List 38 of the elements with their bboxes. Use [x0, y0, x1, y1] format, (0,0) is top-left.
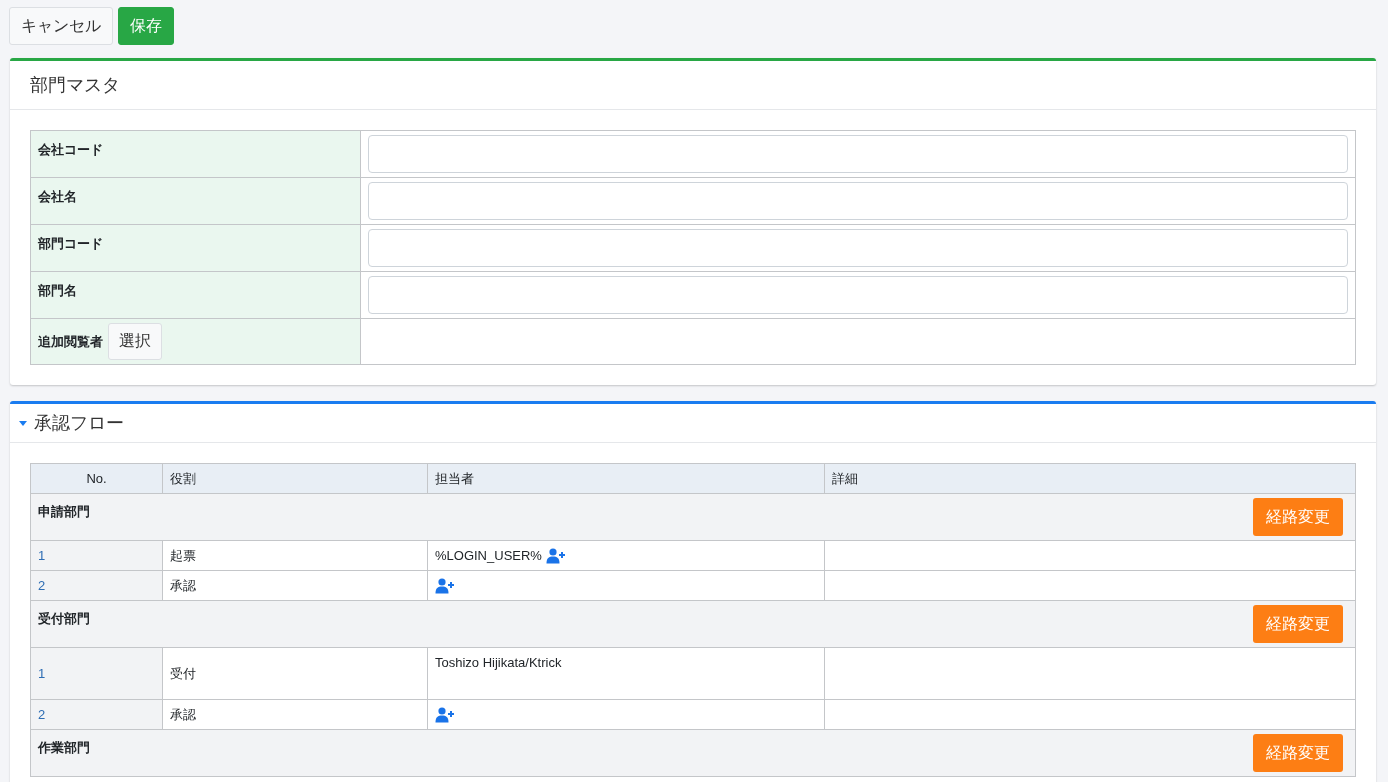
input-field[interactable] — [368, 229, 1348, 267]
input-field[interactable] — [368, 135, 1348, 173]
cancel-button[interactable]: キャンセル — [9, 7, 113, 45]
field-label: 会社名 — [38, 189, 77, 204]
field-label: 部門コード — [38, 236, 103, 251]
assignee-name: %LOGIN_USER% — [435, 548, 542, 563]
route-change-button[interactable]: 経路変更 — [1253, 498, 1343, 536]
add-user-icon[interactable] — [435, 706, 455, 723]
field-label: 部門名 — [38, 283, 77, 298]
table-cell: 1 — [30, 647, 163, 700]
field-label: 追加閲覧者 — [38, 332, 103, 351]
save-button[interactable]: 保存 — [118, 7, 174, 45]
section-title: 部門マスタ — [30, 74, 120, 97]
table-cell: 承認 — [162, 699, 428, 730]
column-header: No. — [30, 463, 163, 494]
column-header: 詳細 — [824, 463, 1356, 494]
table-cell: 2 — [30, 699, 163, 730]
table-cell: 1 — [30, 540, 163, 571]
caret-down-icon[interactable] — [18, 419, 28, 427]
table-cell: 承認 — [162, 570, 428, 601]
group-name: 作業部門 — [38, 739, 90, 757]
input-field[interactable] — [368, 276, 1348, 314]
column-header: 役割 — [162, 463, 428, 494]
group-name: 受付部門 — [38, 610, 90, 628]
group-name: 申請部門 — [38, 503, 90, 521]
field-label: 会社コード — [38, 142, 103, 157]
select-button[interactable]: 選択 — [108, 323, 162, 360]
route-change-button[interactable]: 経路変更 — [1253, 734, 1343, 772]
route-change-button[interactable]: 経路変更 — [1253, 605, 1343, 643]
column-header: 担当者 — [427, 463, 825, 494]
add-user-icon[interactable] — [545, 547, 566, 564]
add-user-icon[interactable] — [435, 577, 455, 594]
input-field[interactable] — [368, 182, 1348, 220]
table-cell: 2 — [30, 570, 163, 601]
assignee-name: Toshizo Hijikata/Ktrick — [435, 655, 562, 670]
table-cell: 受付 — [162, 647, 428, 700]
section-title: 承認フロー — [34, 412, 124, 435]
table-cell: 起票 — [162, 540, 428, 571]
